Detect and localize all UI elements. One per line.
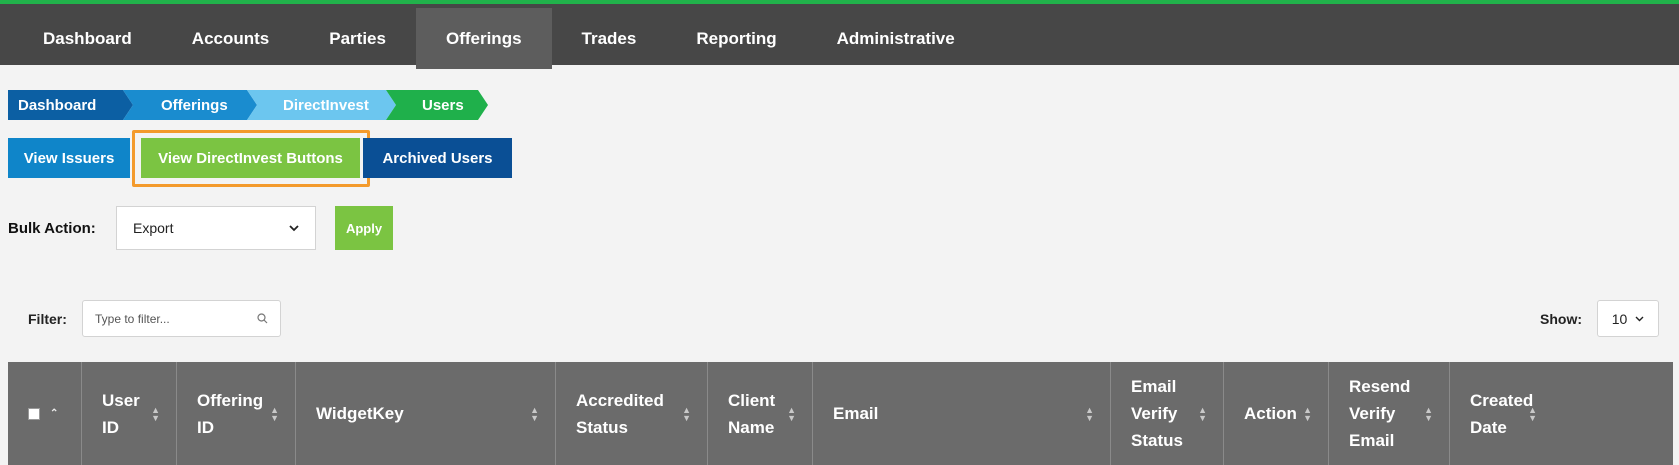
view-directinvest-buttons-button[interactable]: View DirectInvest Buttons: [141, 138, 360, 178]
filter-input[interactable]: Type to filter...: [82, 300, 281, 337]
top-navigation-bar: Dashboard Accounts Parties Offerings Tra…: [0, 0, 1679, 69]
sort-icon: ▲ ▼: [1424, 404, 1433, 423]
breadcrumb: Dashboard Offerings DirectInvest Users: [8, 90, 478, 120]
nav-dashboard[interactable]: Dashboard: [0, 8, 162, 69]
apply-button[interactable]: Apply: [335, 206, 393, 250]
chevron-up-icon: ⌃: [50, 408, 59, 419]
page-size-control: Show: 10: [1540, 300, 1659, 337]
nav-administrative[interactable]: Administrative: [807, 8, 985, 69]
breadcrumb-offerings[interactable]: Offerings: [123, 90, 257, 120]
column-label: Action: [1244, 404, 1297, 423]
sort-icon: ▲ ▼: [682, 404, 691, 423]
sort-icon: ▲ ▼: [270, 404, 279, 423]
breadcrumb-users[interactable]: Users: [386, 90, 488, 120]
column-header-resend-verify-email[interactable]: Resend Verify Email ▲ ▼: [1329, 362, 1450, 465]
nav-reporting[interactable]: Reporting: [666, 8, 806, 69]
page-size-select[interactable]: 10: [1597, 300, 1659, 337]
filter-bar: Filter: Type to filter...: [28, 300, 281, 337]
column-header-created-date[interactable]: Created Date ▲ ▼: [1450, 362, 1553, 465]
sort-icon: ▲ ▼: [1085, 404, 1094, 423]
column-label: Accredited Status: [576, 390, 664, 437]
column-label: Offering ID: [197, 390, 264, 437]
filter-placeholder: Type to filter...: [95, 311, 170, 326]
column-label: Resend Verify Email: [1349, 377, 1411, 450]
table-header: ⌃ User ID ▲ ▼ Offering ID ▲ ▼ WidgetKey ▲ ▼…: [8, 362, 1673, 465]
column-label: Email Verify Status: [1131, 377, 1183, 450]
search-icon: [257, 313, 268, 324]
column-header-email-verify-status[interactable]: Email Verify Status ▲ ▼: [1111, 362, 1224, 465]
nav-trades[interactable]: Trades: [552, 8, 667, 69]
sort-icon: ▲ ▼: [787, 404, 796, 423]
column-header-email[interactable]: Email ▲ ▼: [813, 362, 1111, 465]
select-all-column[interactable]: ⌃: [8, 362, 82, 465]
column-label: Client Name: [728, 390, 776, 437]
breadcrumb-dashboard[interactable]: Dashboard: [8, 90, 133, 120]
chevron-down-icon: [289, 224, 299, 231]
column-label: Email: [833, 404, 879, 423]
bulk-action-bar: Bulk Action: Export Apply: [8, 206, 393, 250]
column-header-action[interactable]: Action ▲ ▼: [1224, 362, 1329, 465]
column-label: Created Date: [1470, 390, 1534, 437]
breadcrumb-directinvest[interactable]: DirectInvest: [247, 90, 396, 120]
column-label: WidgetKey: [316, 404, 404, 423]
sort-icon: ▲ ▼: [1198, 404, 1207, 423]
chevron-down-icon: [1635, 316, 1644, 321]
nav-parties[interactable]: Parties: [299, 8, 416, 69]
show-label: Show:: [1540, 310, 1582, 327]
view-issuers-button[interactable]: View Issuers: [8, 138, 130, 178]
sort-icon: ▲ ▼: [1528, 404, 1537, 423]
column-header-offering-id[interactable]: Offering ID ▲ ▼: [177, 362, 296, 465]
bulk-action-select[interactable]: Export: [116, 206, 316, 250]
nav-offerings[interactable]: Offerings: [415, 8, 552, 69]
bulk-action-label: Bulk Action:: [8, 219, 96, 237]
column-header-accredited-status[interactable]: Accredited Status ▲ ▼: [556, 362, 708, 465]
archived-users-button[interactable]: Archived Users: [363, 138, 512, 178]
sort-icon: ▲ ▼: [530, 404, 539, 423]
column-header-user-id[interactable]: User ID ▲ ▼: [82, 362, 177, 465]
filter-label: Filter:: [28, 310, 67, 327]
sort-icon: ▲ ▼: [151, 404, 160, 423]
nav-accounts[interactable]: Accounts: [162, 8, 299, 69]
column-header-client-name[interactable]: Client Name ▲ ▼: [708, 362, 813, 465]
page-size-value: 10: [1611, 310, 1628, 327]
main-nav: Dashboard Accounts Parties Offerings Tra…: [0, 8, 985, 69]
column-header-widgetkey[interactable]: WidgetKey ▲ ▼: [296, 362, 556, 465]
sort-icon: ▲ ▼: [1303, 404, 1312, 423]
select-all-checkbox[interactable]: [28, 407, 40, 420]
column-label: User ID: [102, 390, 140, 437]
bulk-action-selected-value: Export: [133, 220, 174, 236]
